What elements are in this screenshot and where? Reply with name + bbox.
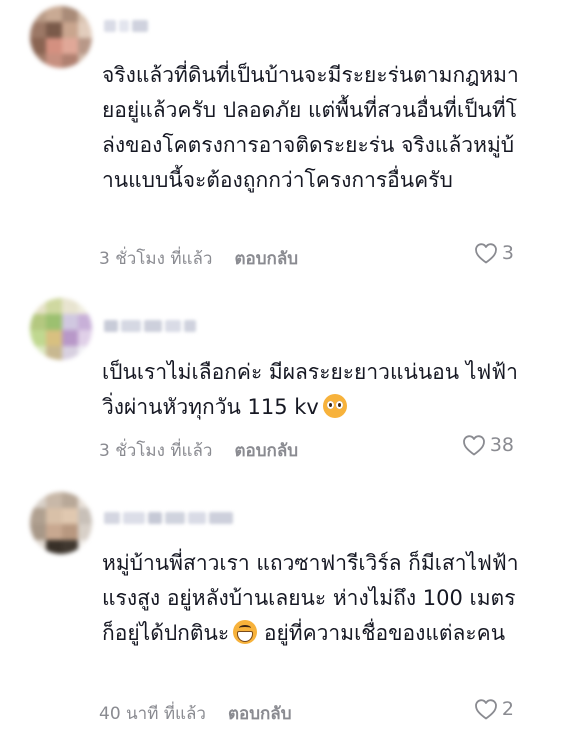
reply-button[interactable]: ตอบกลับ bbox=[234, 437, 298, 464]
comment-meta: 3 ชั่วโมง ที่แล้ว ตอบกลับ bbox=[99, 437, 298, 464]
grinning-face-emoji bbox=[233, 620, 258, 644]
comment-meta: 40 นาที ที่แล้ว ตอบกลับ bbox=[99, 700, 292, 727]
comment-text: เป็นเราไม่เลือกค่ะ มีผลระยะยาวแน่นอน ไฟฟ… bbox=[102, 355, 522, 425]
comment-meta: 3 ชั่วโมง ที่แล้ว ตอบกลับ bbox=[99, 245, 298, 272]
comment-text-content: อยู่ที่ความเชื่อของแต่ละคน bbox=[257, 621, 506, 645]
reply-button[interactable]: ตอบกลับ bbox=[234, 245, 298, 272]
reply-button[interactable]: ตอบกลับ bbox=[228, 700, 292, 727]
like-button[interactable]: 2 bbox=[474, 698, 514, 720]
like-count: 38 bbox=[489, 434, 514, 456]
heart-outline-icon bbox=[462, 435, 485, 456]
comment-text: จริงแล้วที่ดินที่เป็นบ้านจะมีระยะร่นตามก… bbox=[102, 63, 519, 192]
comment-text-content: เป็นเราไม่เลือกค่ะ มีผลระยะยาวแน่นอน ไฟฟ… bbox=[102, 360, 518, 419]
like-button[interactable]: 3 bbox=[474, 242, 514, 264]
pleading-face-emoji bbox=[322, 394, 347, 418]
username-redacted[interactable] bbox=[104, 320, 196, 332]
comment-text: หมู่บ้านพี่สาวเรา แถวซาฟารีเวิร์ล ก็มีเส… bbox=[102, 546, 522, 651]
heart-outline-icon bbox=[475, 243, 497, 264]
comment-time: 3 ชั่วโมง ที่แล้ว bbox=[99, 249, 213, 269]
comment-time: 3 ชั่วโมง ที่แล้ว bbox=[99, 441, 213, 461]
comment-time: 40 นาที ที่แล้ว bbox=[99, 704, 206, 724]
like-button[interactable]: 38 bbox=[462, 434, 514, 456]
heart-outline-icon bbox=[475, 699, 497, 720]
avatar[interactable] bbox=[30, 6, 92, 68]
username-redacted[interactable] bbox=[104, 20, 148, 32]
like-count: 3 bbox=[501, 242, 514, 264]
like-count: 2 bbox=[501, 698, 514, 720]
avatar[interactable] bbox=[30, 492, 92, 554]
avatar[interactable] bbox=[30, 298, 92, 360]
username-redacted[interactable] bbox=[104, 512, 233, 524]
